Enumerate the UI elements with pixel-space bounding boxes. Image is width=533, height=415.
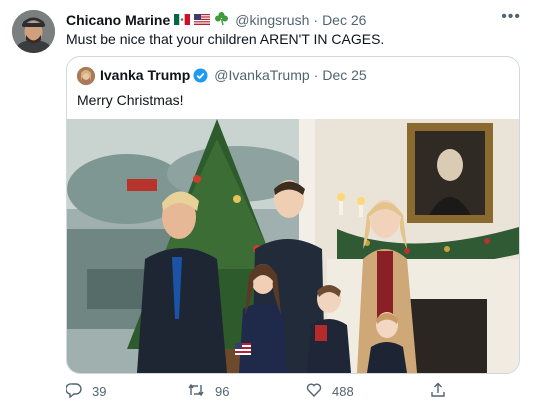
quoted-text: Merry Christmas! — [77, 92, 184, 108]
share-button[interactable] — [430, 382, 456, 401]
author-handle[interactable]: @kingsrush — [235, 12, 309, 28]
quoted-avatar[interactable] — [77, 67, 95, 85]
quoted-header: Ivanka Trump @IvankaTrump · Dec 25 — [100, 67, 367, 83]
author-name[interactable]: Chicano Marine — [66, 12, 170, 28]
verified-badge-icon — [193, 68, 208, 83]
avatar[interactable] — [12, 10, 55, 53]
retweet-button[interactable]: 96 — [187, 382, 229, 401]
like-count: 488 — [332, 384, 354, 399]
reply-button[interactable]: 39 — [65, 382, 107, 401]
like-button[interactable]: 488 — [306, 382, 354, 401]
quoted-author-name[interactable]: Ivanka Trump — [100, 67, 190, 83]
tweet-actions: 39 96 488 — [65, 382, 520, 406]
separator-dot: · — [313, 12, 319, 28]
retweet-count: 96 — [215, 384, 230, 399]
quoted-date[interactable]: Dec 25 — [322, 67, 366, 83]
reply-count: 39 — [92, 384, 107, 399]
quoted-photo[interactable] — [67, 119, 519, 373]
reply-icon — [65, 382, 92, 401]
us-flag-icon — [194, 12, 211, 28]
retweet-icon — [187, 382, 215, 401]
tweet-date[interactable]: Dec 26 — [322, 12, 366, 28]
quoted-separator-dot: · — [313, 67, 319, 83]
tweet-header: Chicano Marine @kingsrush · Dec 26 — [66, 11, 366, 29]
quoted-tweet[interactable]: Ivanka Trump @IvankaTrump · Dec 25 Merry… — [66, 56, 520, 374]
shamrock-icon — [214, 11, 229, 29]
tweet[interactable]: Chicano Marine @kingsrush · Dec 26 ••• M… — [0, 0, 533, 415]
more-options-icon[interactable]: ••• — [501, 8, 521, 26]
quoted-author-handle[interactable]: @IvankaTrump — [214, 67, 309, 83]
share-icon — [430, 382, 456, 401]
tweet-text: Must be nice that your children AREN'T I… — [66, 31, 385, 47]
like-icon — [306, 382, 332, 401]
mexico-flag-icon — [174, 12, 191, 28]
